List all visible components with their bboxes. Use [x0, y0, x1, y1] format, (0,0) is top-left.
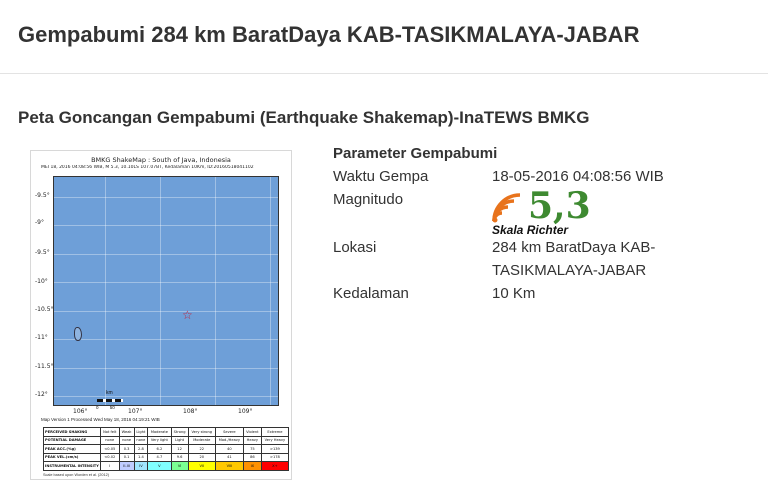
page-title: Gempabumi 284 km BaratDaya KAB-TASIKMALA… [18, 22, 640, 47]
table-row-header: PERCEIVED SHAKING [43, 427, 101, 437]
title-bar: Gempabumi 284 km BaratDaya KAB-TASIKMALA… [0, 0, 768, 74]
table-cell: Very Heavy [260, 435, 290, 445]
table-cell: Mod./Heavy [214, 435, 244, 445]
lokasi-value-line1: 284 km BaratDaya KAB- [492, 239, 656, 256]
lat-label: -12° [35, 391, 48, 398]
lon-label: 109° [238, 408, 253, 415]
scale-unit: km [106, 390, 113, 396]
table-row: PEAK ACC.(%g) <0.05 0.3 2.8 6.2 12 22 40 75 >139 [43, 444, 290, 454]
table-row: PERCEIVED SHAKING Not felt Weak Light Modera… [43, 427, 290, 437]
kedalaman-label: Kedalaman [333, 285, 409, 302]
table-cell: Very light [147, 435, 172, 445]
table-cell: 9.6 [170, 452, 189, 462]
waktu-label: Waktu Gempa [333, 168, 429, 185]
table-cell: V [147, 461, 172, 471]
lat-label: -9.5° [35, 249, 50, 256]
table-cell: I [99, 461, 120, 471]
table-row-header: PEAK VEL.(cm/s) [43, 452, 101, 462]
magnitudo-scale: Skala Richter [492, 223, 569, 237]
seismic-signal-icon [492, 193, 521, 223]
table-cell: VI [170, 461, 189, 471]
section-title: Peta Goncangan Gempabumi (Earthquake Sha… [18, 108, 590, 127]
lat-label: -11.5° [35, 363, 54, 370]
shakemap-image[interactable]: BMKG ShakeMap : South of Java, Indonesia… [30, 150, 292, 480]
lokasi-label: Lokasi [333, 239, 377, 256]
table-cell: 86 [242, 452, 262, 462]
lon-label: 108° [183, 408, 198, 415]
shakemap-subtitle: MEI 18, 2016 04:08:56 WIB, M 5.3, 10.10L… [41, 165, 254, 170]
scale-tick: 0 [96, 405, 99, 410]
table-cell: 0.3 [118, 444, 135, 454]
parameter-title: Parameter Gempabumi [333, 145, 498, 162]
table-cell: >139 [260, 444, 290, 454]
scale-tick: 50 [109, 405, 115, 410]
table-cell: Light [133, 427, 149, 437]
table-cell: 1.4 [133, 452, 149, 462]
magnitudo-value-group: 5,3 Skala Richter [492, 186, 612, 238]
table-cell: <0.02 [99, 452, 120, 462]
table-row-header: POTENTIAL DAMAGE [43, 435, 101, 445]
magnitudo-value: 5,3 [528, 185, 591, 227]
lokasi-value-line2: TASIKMALAYA-JABAR [492, 262, 647, 279]
table-cell: 0.1 [118, 452, 135, 462]
table-row: PEAK VEL.(cm/s) <0.02 0.1 1.4 4.7 9.6 20 41 86 >1… [43, 452, 290, 462]
table-cell: VII [187, 461, 216, 471]
table-cell: 4.7 [147, 452, 172, 462]
waktu-value: 18-05-2016 04:08:56 WIB [492, 168, 664, 185]
table-cell: none [133, 435, 149, 445]
lon-label: 106° [73, 408, 88, 415]
scale-bar [97, 399, 123, 402]
table-cell: 6.2 [147, 444, 172, 454]
table-cell: >178 [260, 452, 290, 462]
lat-label: -9.5° [35, 192, 50, 199]
table-cell: 75 [242, 444, 262, 454]
table-cell: Violent [242, 427, 262, 437]
lat-label: -10° [35, 278, 48, 285]
epicenter-star-icon: ☆ [182, 308, 193, 322]
shakemap-footer: Map Version 1 Processed Wed May 18, 2016… [41, 417, 160, 422]
kedalaman-value: 10 Km [492, 285, 536, 302]
table-cell: none [99, 435, 120, 445]
table-cell: Light [170, 435, 189, 445]
magnitudo-label: Magnitudo [333, 191, 404, 208]
table-cell: 40 [214, 444, 244, 454]
scale-ticks: 0 50 [96, 405, 115, 410]
table-cell: Moderate [147, 427, 172, 437]
table-row-header: PEAK ACC.(%g) [43, 444, 101, 454]
table-cell: 12 [170, 444, 189, 454]
intensity-scale-table: PERCEIVED SHAKING Not felt Weak Light Modera… [43, 427, 290, 471]
shakemap-title: BMKG ShakeMap : South of Java, Indonesia [91, 156, 231, 164]
table-cell: 22 [187, 444, 216, 454]
table-cell: none [118, 435, 135, 445]
table-cell: 2.8 [133, 444, 149, 454]
table-cell: Strong [170, 427, 189, 437]
lat-label: -9° [35, 219, 44, 226]
table-cell: Severe [214, 427, 244, 437]
table-cell: Moderate [187, 435, 216, 445]
table-cell: <0.05 [99, 444, 120, 454]
coastline [74, 327, 82, 341]
table-cell: X+ [260, 461, 290, 471]
table-cell: II-III [118, 461, 135, 471]
table-cell: IV [133, 461, 149, 471]
table-cell: 41 [214, 452, 244, 462]
table-cell: Not felt [99, 427, 120, 437]
table-row: POTENTIAL DAMAGE none none none Very light Li… [43, 435, 290, 445]
lon-label: 107° [128, 408, 143, 415]
shakemap-area: ☆ km 0 50 [53, 176, 279, 410]
table-cell: 20 [187, 452, 216, 462]
table-cell: Extreme [260, 427, 290, 437]
table-cell: Very strong [187, 427, 216, 437]
table-cell: IX [242, 461, 262, 471]
table-row: INSTRUMENTAL INTENSITY I II-III IV V VI VII VII… [43, 461, 290, 471]
table-cell: Heavy [242, 435, 262, 445]
table-cell: VIII [214, 461, 244, 471]
table-row-header: INSTRUMENTAL INTENSITY [43, 461, 101, 471]
lat-label: -11° [35, 334, 48, 341]
lat-label: -10.5° [35, 306, 54, 313]
table-cell: Weak [118, 427, 135, 437]
table-footer: Scale based upon Worden et al. (2012) [43, 473, 109, 477]
